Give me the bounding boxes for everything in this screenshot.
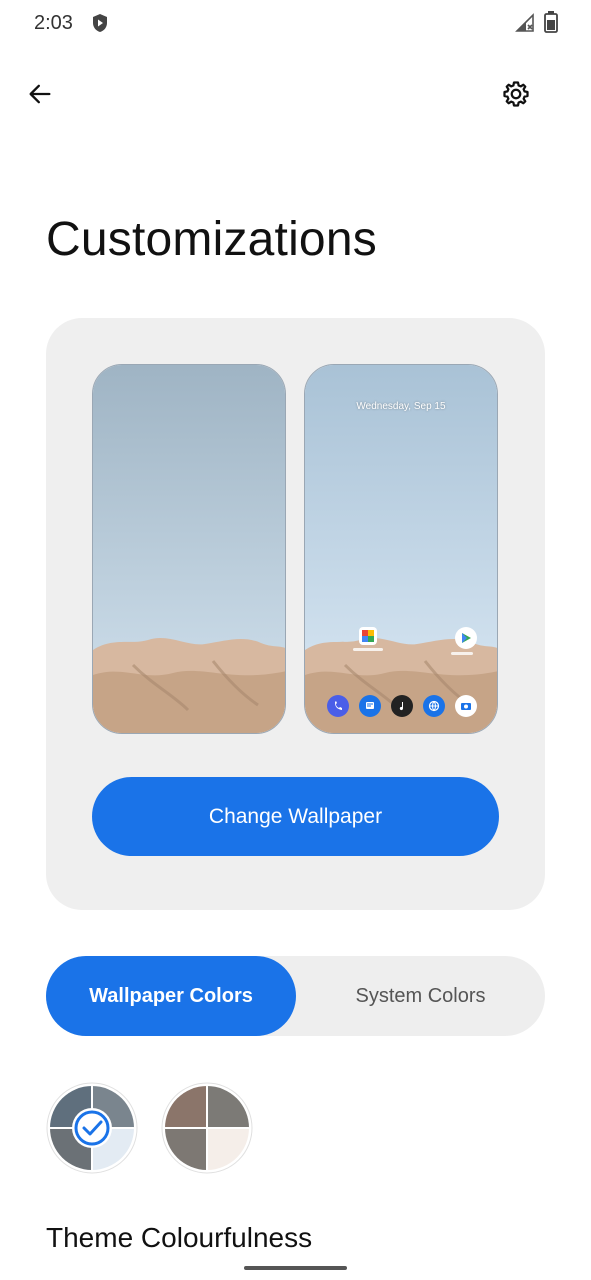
- change-wallpaper-button[interactable]: Change Wallpaper: [92, 777, 499, 856]
- lock-screen-preview[interactable]: [92, 364, 286, 734]
- color-swatch-option[interactable]: [46, 1082, 138, 1174]
- messages-app-icon: [359, 695, 381, 717]
- color-swatch-option[interactable]: [161, 1082, 253, 1174]
- back-button[interactable]: [16, 70, 64, 118]
- color-source-toggle: Wallpaper Colors System Colors: [46, 956, 545, 1036]
- signal-icon: [515, 13, 534, 32]
- status-time: 2:03: [34, 12, 73, 34]
- app-label: [451, 652, 473, 655]
- page-title: Customizations: [46, 213, 377, 266]
- gesture-nav-bar[interactable]: [244, 1266, 347, 1270]
- wallpaper-image: [305, 365, 497, 733]
- wallpaper-image: [93, 365, 285, 733]
- phone-app-icon: [327, 695, 349, 717]
- gear-icon: [503, 81, 529, 107]
- home-screen-date: Wednesday, Sep 15: [356, 401, 446, 412]
- camera-app-icon: [455, 695, 477, 717]
- play-store-icon: [455, 627, 477, 649]
- battery-icon: [544, 11, 558, 33]
- shield-icon: [93, 14, 107, 32]
- home-screen-preview[interactable]: Wednesday, Sep 15: [304, 364, 498, 734]
- arrow-back-icon: [29, 84, 51, 104]
- theme-colourfulness-title: Theme Colourfulness: [46, 1222, 313, 1253]
- status-bar: 2:03: [0, 0, 591, 48]
- music-app-icon: [391, 695, 413, 717]
- photos-app-icon: [359, 627, 377, 645]
- wallpaper-preview-card: Wednesday, Sep 15 Change Wallpaper: [46, 318, 545, 910]
- app-label: [353, 648, 383, 651]
- tab-system-colors[interactable]: System Colors: [296, 956, 545, 1036]
- browser-app-icon: [423, 695, 445, 717]
- settings-button[interactable]: [492, 70, 540, 118]
- tab-wallpaper-colors[interactable]: Wallpaper Colors: [46, 956, 296, 1036]
